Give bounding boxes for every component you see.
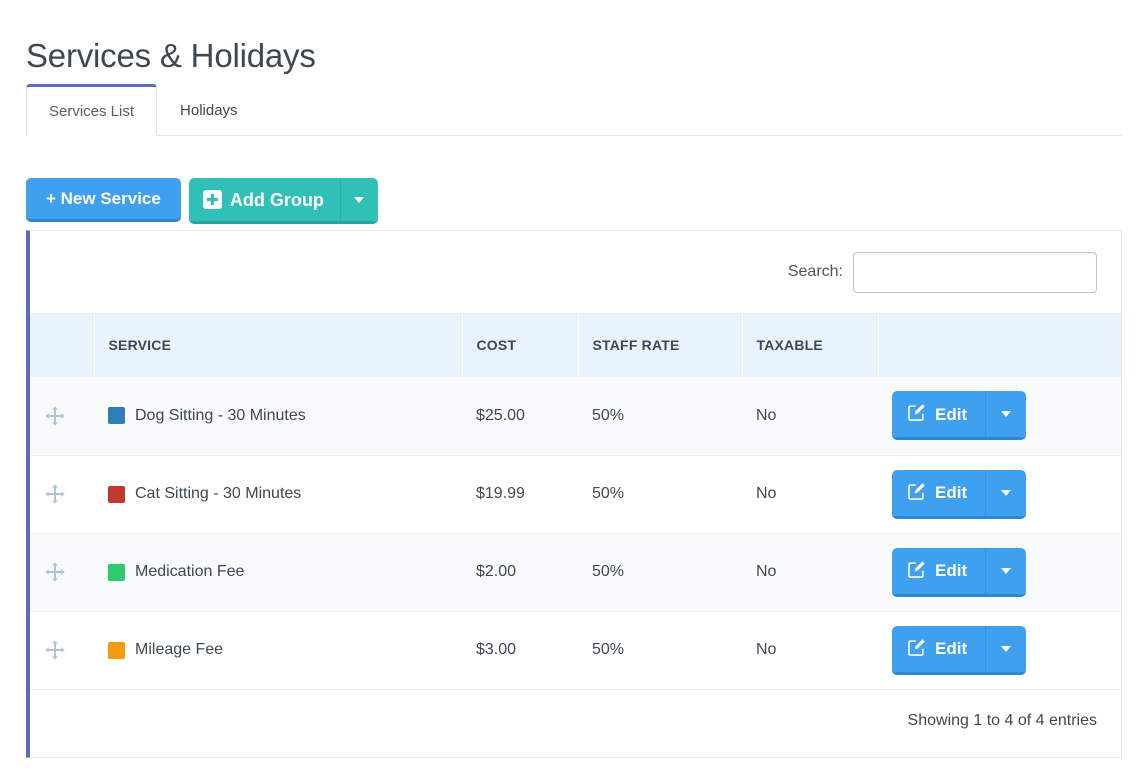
move-arrows-icon[interactable] (44, 484, 66, 504)
service-cell: Medication Fee (94, 533, 462, 612)
move-arrows-icon[interactable] (44, 406, 66, 426)
edit-button[interactable]: Edit (892, 391, 986, 438)
column-header-cost[interactable]: COST (462, 313, 579, 377)
add-group-dropdown-toggle[interactable] (339, 178, 378, 221)
table-row: Cat Sitting - 30 Minutes $19.99 50% No Edit (30, 455, 1121, 534)
edit-dropdown-toggle[interactable] (985, 391, 1027, 438)
edit-dropdown-toggle[interactable] (985, 547, 1027, 594)
service-name: Cat Sitting - 30 Minutes (135, 485, 302, 502)
toolbar: + New Service Add Group (26, 178, 378, 224)
taxable-cell: No (742, 533, 878, 612)
cost-cell: $3.00 (462, 611, 578, 690)
actions-cell: Edit (878, 611, 1121, 690)
staff-rate-cell: 50% (578, 377, 742, 456)
chevron-down-icon (1001, 489, 1012, 496)
service-color-swatch (108, 563, 125, 581)
search-label: Search: (787, 263, 843, 280)
service-cell: Dog Sitting - 30 Minutes (94, 377, 462, 456)
edit-split-button: Edit (892, 391, 1027, 441)
column-header-handle[interactable] (30, 313, 95, 377)
edit-button[interactable]: Edit (892, 469, 986, 516)
pencil-square-icon (907, 403, 926, 425)
add-group-split-button: Add Group (188, 178, 378, 224)
search-input[interactable] (853, 251, 1097, 293)
pencil-square-icon (907, 482, 926, 504)
column-header-service[interactable]: SERVICE (94, 313, 463, 377)
actions-cell: Edit (878, 455, 1121, 534)
add-group-button[interactable]: Add Group (188, 178, 340, 221)
table-header-row: SERVICE COST STAFF RATE TAXABLE (30, 313, 1121, 377)
edit-split-button: Edit (892, 469, 1027, 519)
service-color-swatch (108, 485, 125, 503)
service-name: Medication Fee (135, 563, 245, 580)
service-color-swatch (108, 641, 125, 659)
drag-handle-cell (30, 611, 94, 690)
chevron-down-icon (1001, 567, 1012, 574)
drag-handle-cell (30, 533, 94, 612)
tab-holidays-label: Holidays (180, 101, 238, 119)
cost-cell: $19.99 (462, 455, 578, 534)
tab-services-list-label: Services List (49, 102, 135, 120)
service-name: Mileage Fee (135, 641, 224, 658)
column-header-actions (878, 313, 1121, 377)
staff-rate-cell: 50% (578, 533, 742, 612)
service-color-swatch (108, 407, 125, 425)
pencil-square-icon (907, 560, 926, 582)
chevron-down-icon (1001, 411, 1012, 418)
pencil-square-icon (907, 638, 926, 660)
edit-button-label: Edit (935, 483, 968, 502)
drag-handle-cell (30, 455, 94, 534)
tab-bar: Services List Holidays (26, 84, 1122, 136)
search-row: Search: (30, 231, 1121, 313)
table-row: Mileage Fee $3.00 50% No Edit (30, 611, 1121, 690)
edit-button-label: Edit (935, 639, 968, 658)
services-panel: Search: SERVICE COST STAFF RATE TAXABLE … (26, 230, 1122, 758)
entries-info: Showing 1 to 4 of 4 entries (907, 711, 1097, 729)
page-title: Services & Holidays (26, 37, 316, 75)
drag-handle-cell (30, 377, 94, 456)
edit-split-button: Edit (892, 625, 1027, 675)
table-header: SERVICE COST STAFF RATE TAXABLE (30, 313, 1121, 377)
move-arrows-icon[interactable] (44, 640, 66, 660)
edit-dropdown-toggle[interactable] (985, 625, 1027, 672)
edit-button[interactable]: Edit (892, 625, 986, 672)
move-arrows-icon[interactable] (44, 562, 66, 582)
tab-services-list[interactable]: Services List (26, 84, 158, 136)
cost-cell: $2.00 (462, 533, 578, 612)
table-body: Dog Sitting - 30 Minutes $25.00 50% No Edit C… (30, 377, 1121, 690)
cost-cell: $25.00 (462, 377, 578, 456)
edit-button-label: Edit (935, 404, 968, 424)
plus-square-icon (202, 190, 222, 209)
table-row: Dog Sitting - 30 Minutes $25.00 50% No Edit (30, 377, 1121, 456)
page-root: Services & Holidays Services List Holida… (0, 0, 1142, 768)
chevron-down-icon (354, 196, 365, 203)
staff-rate-cell: 50% (578, 611, 742, 690)
column-header-taxable[interactable]: TAXABLE (742, 313, 879, 377)
taxable-cell: No (742, 377, 878, 456)
add-group-label: Add Group (229, 189, 324, 210)
edit-button-label: Edit (935, 561, 968, 580)
actions-cell: Edit (878, 377, 1121, 456)
taxable-cell: No (742, 455, 878, 534)
service-name: Dog Sitting - 30 Minutes (135, 406, 306, 424)
services-table: SERVICE COST STAFF RATE TAXABLE Dog Sitt… (30, 313, 1121, 690)
chevron-down-icon (1001, 645, 1012, 652)
service-cell: Cat Sitting - 30 Minutes (94, 455, 462, 534)
new-service-button[interactable]: + New Service (26, 178, 181, 222)
tab-holidays[interactable]: Holidays (157, 84, 261, 136)
actions-cell: Edit (878, 533, 1121, 612)
edit-button[interactable]: Edit (892, 547, 986, 594)
service-cell: Mileage Fee (94, 611, 462, 690)
column-header-staff-rate[interactable]: STAFF RATE (578, 313, 743, 377)
table-footer: Showing 1 to 4 of 4 entries (30, 690, 1121, 752)
edit-split-button: Edit (892, 547, 1027, 597)
edit-dropdown-toggle[interactable] (985, 469, 1027, 516)
staff-rate-cell: 50% (578, 455, 742, 534)
table-row: Medication Fee $2.00 50% No Edit (30, 533, 1121, 612)
taxable-cell: No (742, 611, 878, 690)
